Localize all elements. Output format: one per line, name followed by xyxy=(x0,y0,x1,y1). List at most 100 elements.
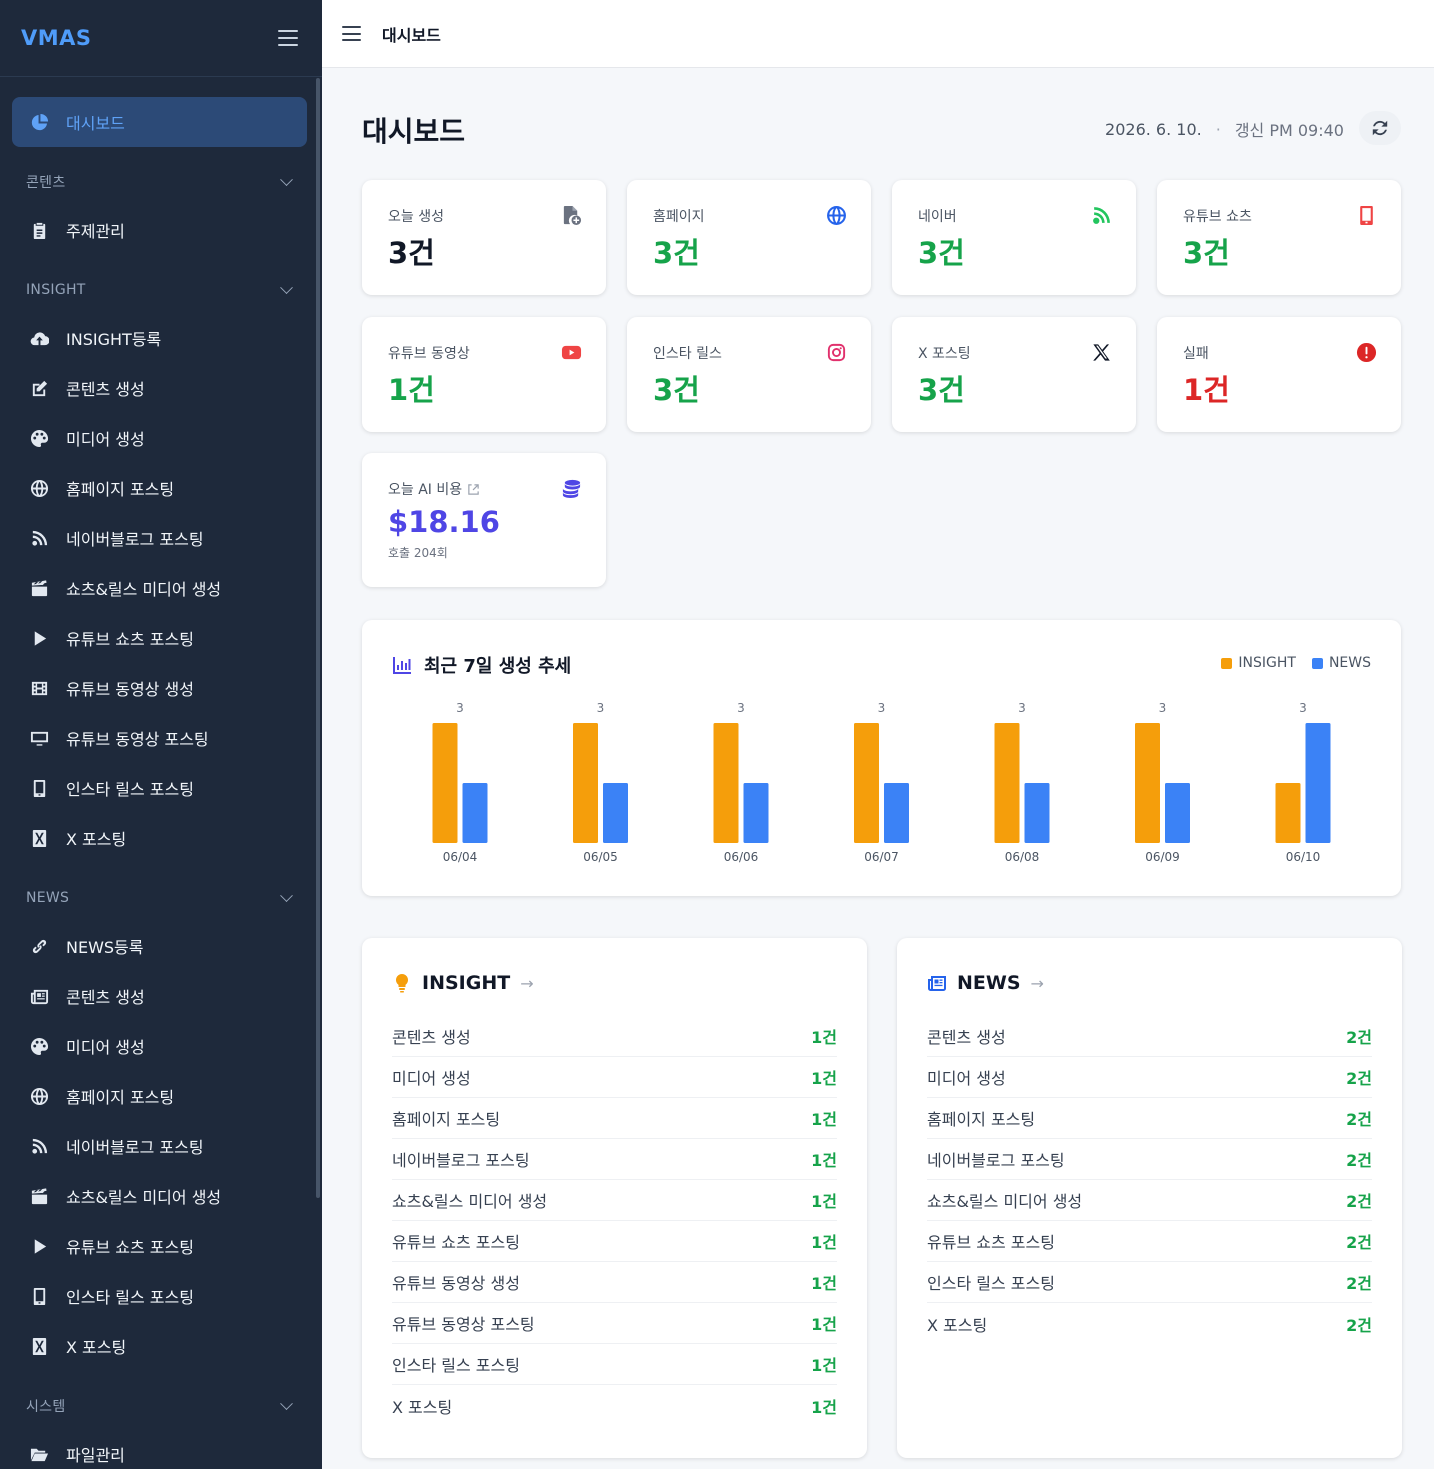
sidebar-item[interactable]: 콘텐츠 생성 xyxy=(12,971,307,1021)
sidebar-item[interactable]: 미디어 생성 xyxy=(12,413,307,463)
pie-chart-icon xyxy=(28,111,50,133)
sidebar-scrollbar[interactable] xyxy=(316,78,320,1198)
stat-card[interactable]: 인스타 릴스 3건 xyxy=(627,317,871,432)
legend-item[interactable]: INSIGHT xyxy=(1221,655,1296,671)
chevron-down-icon xyxy=(280,172,293,186)
stat-card[interactable]: 네이버 3건 xyxy=(892,180,1136,295)
sidebar-item[interactable]: 네이버블로그 포스팅 xyxy=(12,1121,307,1171)
app-logo[interactable]: VMAS xyxy=(21,26,92,50)
list-item[interactable]: 유튜브 동영상 생성 1건 xyxy=(392,1262,837,1303)
bar-insight[interactable] xyxy=(713,723,739,843)
list-item[interactable]: 유튜브 동영상 포스팅 1건 xyxy=(392,1303,837,1344)
folder-open-icon xyxy=(28,1443,50,1465)
sidebar-item[interactable]: 쇼츠&릴스 미디어 생성 xyxy=(12,563,307,613)
stat-card[interactable]: 유튜브 동영상 1건 xyxy=(362,317,606,432)
list-item[interactable]: 쇼츠&릴스 미디어 생성 2건 xyxy=(927,1180,1372,1221)
bar-news[interactable] xyxy=(1305,723,1331,843)
sidebar-item[interactable]: X 포스팅 xyxy=(12,813,307,863)
bar-news[interactable] xyxy=(1024,783,1050,843)
bar-insight[interactable] xyxy=(854,723,879,843)
ai-cost-card[interactable]: 오늘 AI 비용 $18.16 호출 204회 xyxy=(362,453,606,587)
stat-card[interactable]: 오늘 생성 3건 xyxy=(362,180,606,295)
sidebar-item[interactable]: 유튜브 동영상 생성 xyxy=(12,663,307,713)
sidebar-section-header[interactable]: INSIGHT xyxy=(12,255,307,313)
list-item[interactable]: 미디어 생성 1건 xyxy=(392,1057,837,1098)
sidebar-item[interactable]: 네이버블로그 포스팅 xyxy=(12,513,307,563)
sidebar-item-label: 홈페이지 포스팅 xyxy=(66,1088,175,1107)
sidebar-section-header[interactable]: 콘텐츠 xyxy=(12,147,307,205)
menu-toggle-icon[interactable] xyxy=(342,26,361,41)
x-tick-label: 06/08 xyxy=(1005,850,1040,864)
x-tick-label: 06/04 xyxy=(443,850,478,864)
list-item[interactable]: 쇼츠&릴스 미디어 생성 1건 xyxy=(392,1180,837,1221)
sidebar-item[interactable]: NEWS등록 xyxy=(12,921,307,971)
bar-news[interactable] xyxy=(743,783,769,843)
legend-label: INSIGHT xyxy=(1238,655,1296,671)
insight-summary-header[interactable]: INSIGHT → xyxy=(392,972,534,994)
sidebar-item[interactable]: 유튜브 동영상 포스팅 xyxy=(12,713,307,763)
bar-insight[interactable] xyxy=(1135,723,1160,843)
bar-news[interactable] xyxy=(1165,783,1190,843)
sidebar-item[interactable]: 주제관리 xyxy=(12,205,307,255)
list-item[interactable]: 네이버블로그 포스팅 2건 xyxy=(927,1139,1372,1180)
arrow-right-icon[interactable]: → xyxy=(1031,974,1044,993)
legend-item[interactable]: NEWS xyxy=(1311,655,1371,671)
list-item[interactable]: 유튜브 쇼츠 포스팅 1건 xyxy=(392,1221,837,1262)
sidebar-item[interactable]: INSIGHT등록 xyxy=(12,313,307,363)
list-item-count: 2건 xyxy=(1346,1315,1372,1335)
list-item[interactable]: 콘텐츠 생성 2건 xyxy=(927,1016,1372,1057)
sidebar-item[interactable]: 미디어 생성 xyxy=(12,1021,307,1071)
instagram-icon xyxy=(825,341,847,363)
news-summary-header[interactable]: NEWS → xyxy=(927,972,1044,994)
arrow-right-icon[interactable]: → xyxy=(520,974,533,993)
chevron-down-icon xyxy=(280,888,293,902)
sidebar-section-title: 시스템 xyxy=(26,1399,66,1415)
list-item[interactable]: 인스타 릴스 포스팅 2건 xyxy=(927,1262,1372,1303)
sidebar-item[interactable]: 파일관리 xyxy=(12,1429,307,1469)
bar-group: 3 06/09 xyxy=(1135,701,1190,864)
bar-insight[interactable] xyxy=(432,723,458,843)
bar-insight[interactable] xyxy=(1275,783,1301,843)
list-item[interactable]: 홈페이지 포스팅 2건 xyxy=(927,1098,1372,1139)
list-item[interactable]: 미디어 생성 2건 xyxy=(927,1057,1372,1098)
list-item[interactable]: 네이버블로그 포스팅 1건 xyxy=(392,1139,837,1180)
sidebar-item-label: 홈페이지 포스팅 xyxy=(66,480,175,499)
list-item[interactable]: 콘텐츠 생성 1건 xyxy=(392,1016,837,1057)
insight-summary-rows: 콘텐츠 생성 1건 미디어 생성 1건 홈페이지 포스팅 1건 네이버블로그 포스팅 1건 쇼츠… xyxy=(392,1016,837,1426)
sidebar-item[interactable]: 홈페이지 포스팅 xyxy=(12,463,307,513)
stat-card[interactable]: 유튜브 쇼츠 3건 xyxy=(1157,180,1401,295)
sidebar-item[interactable]: 유튜브 쇼츠 포스팅 xyxy=(12,613,307,663)
list-item[interactable]: 유튜브 쇼츠 포스팅 2건 xyxy=(927,1221,1372,1262)
list-item-label: 유튜브 쇼츠 포스팅 xyxy=(392,1233,520,1252)
list-item[interactable]: 홈페이지 포스팅 1건 xyxy=(392,1098,837,1139)
sidebar-item[interactable]: 인스타 릴스 포스팅 xyxy=(12,1271,307,1321)
clipboard-icon xyxy=(28,219,50,241)
sidebar-item[interactable]: 인스타 릴스 포스팅 xyxy=(12,763,307,813)
news-summary-rows: 콘텐츠 생성 2건 미디어 생성 2건 홈페이지 포스팅 2건 네이버블로그 포스팅 2건 쇼츠… xyxy=(927,1016,1372,1344)
bar-insight[interactable] xyxy=(994,723,1020,843)
chart-title: 최근 7일 생성 추세 xyxy=(392,652,571,678)
sidebar-item[interactable]: 콘텐츠 생성 xyxy=(12,363,307,413)
sidebar-item[interactable]: X 포스팅 xyxy=(12,1321,307,1371)
bar-total-label: 3 xyxy=(878,701,886,715)
list-item[interactable]: X 포스팅 1건 xyxy=(392,1385,837,1426)
bar-insight[interactable] xyxy=(573,723,598,843)
youtube-icon xyxy=(560,341,582,363)
sidebar-item[interactable]: 쇼츠&릴스 미디어 생성 xyxy=(12,1171,307,1221)
sidebar-item[interactable]: 유튜브 쇼츠 포스팅 xyxy=(12,1221,307,1271)
refresh-button[interactable] xyxy=(1359,111,1401,145)
list-item[interactable]: X 포스팅 2건 xyxy=(927,1303,1372,1344)
stat-card[interactable]: 실패 1건 xyxy=(1157,317,1401,432)
sidebar-section-header[interactable]: 시스템 xyxy=(12,1371,307,1429)
stat-card[interactable]: X 포스팅 3건 xyxy=(892,317,1136,432)
sidebar-item-dashboard[interactable]: 대시보드 xyxy=(12,97,307,147)
stat-card[interactable]: 홈페이지 3건 xyxy=(627,180,871,295)
sidebar-section-header[interactable]: NEWS xyxy=(12,863,307,921)
external-link-icon[interactable] xyxy=(467,483,480,500)
sidebar-item[interactable]: 홈페이지 포스팅 xyxy=(12,1071,307,1121)
bar-news[interactable] xyxy=(462,783,488,843)
list-item[interactable]: 인스타 릴스 포스팅 1건 xyxy=(392,1344,837,1385)
sidebar-menu-toggle-icon[interactable] xyxy=(278,30,298,46)
bar-news[interactable] xyxy=(884,783,909,843)
bar-news[interactable] xyxy=(603,783,628,843)
